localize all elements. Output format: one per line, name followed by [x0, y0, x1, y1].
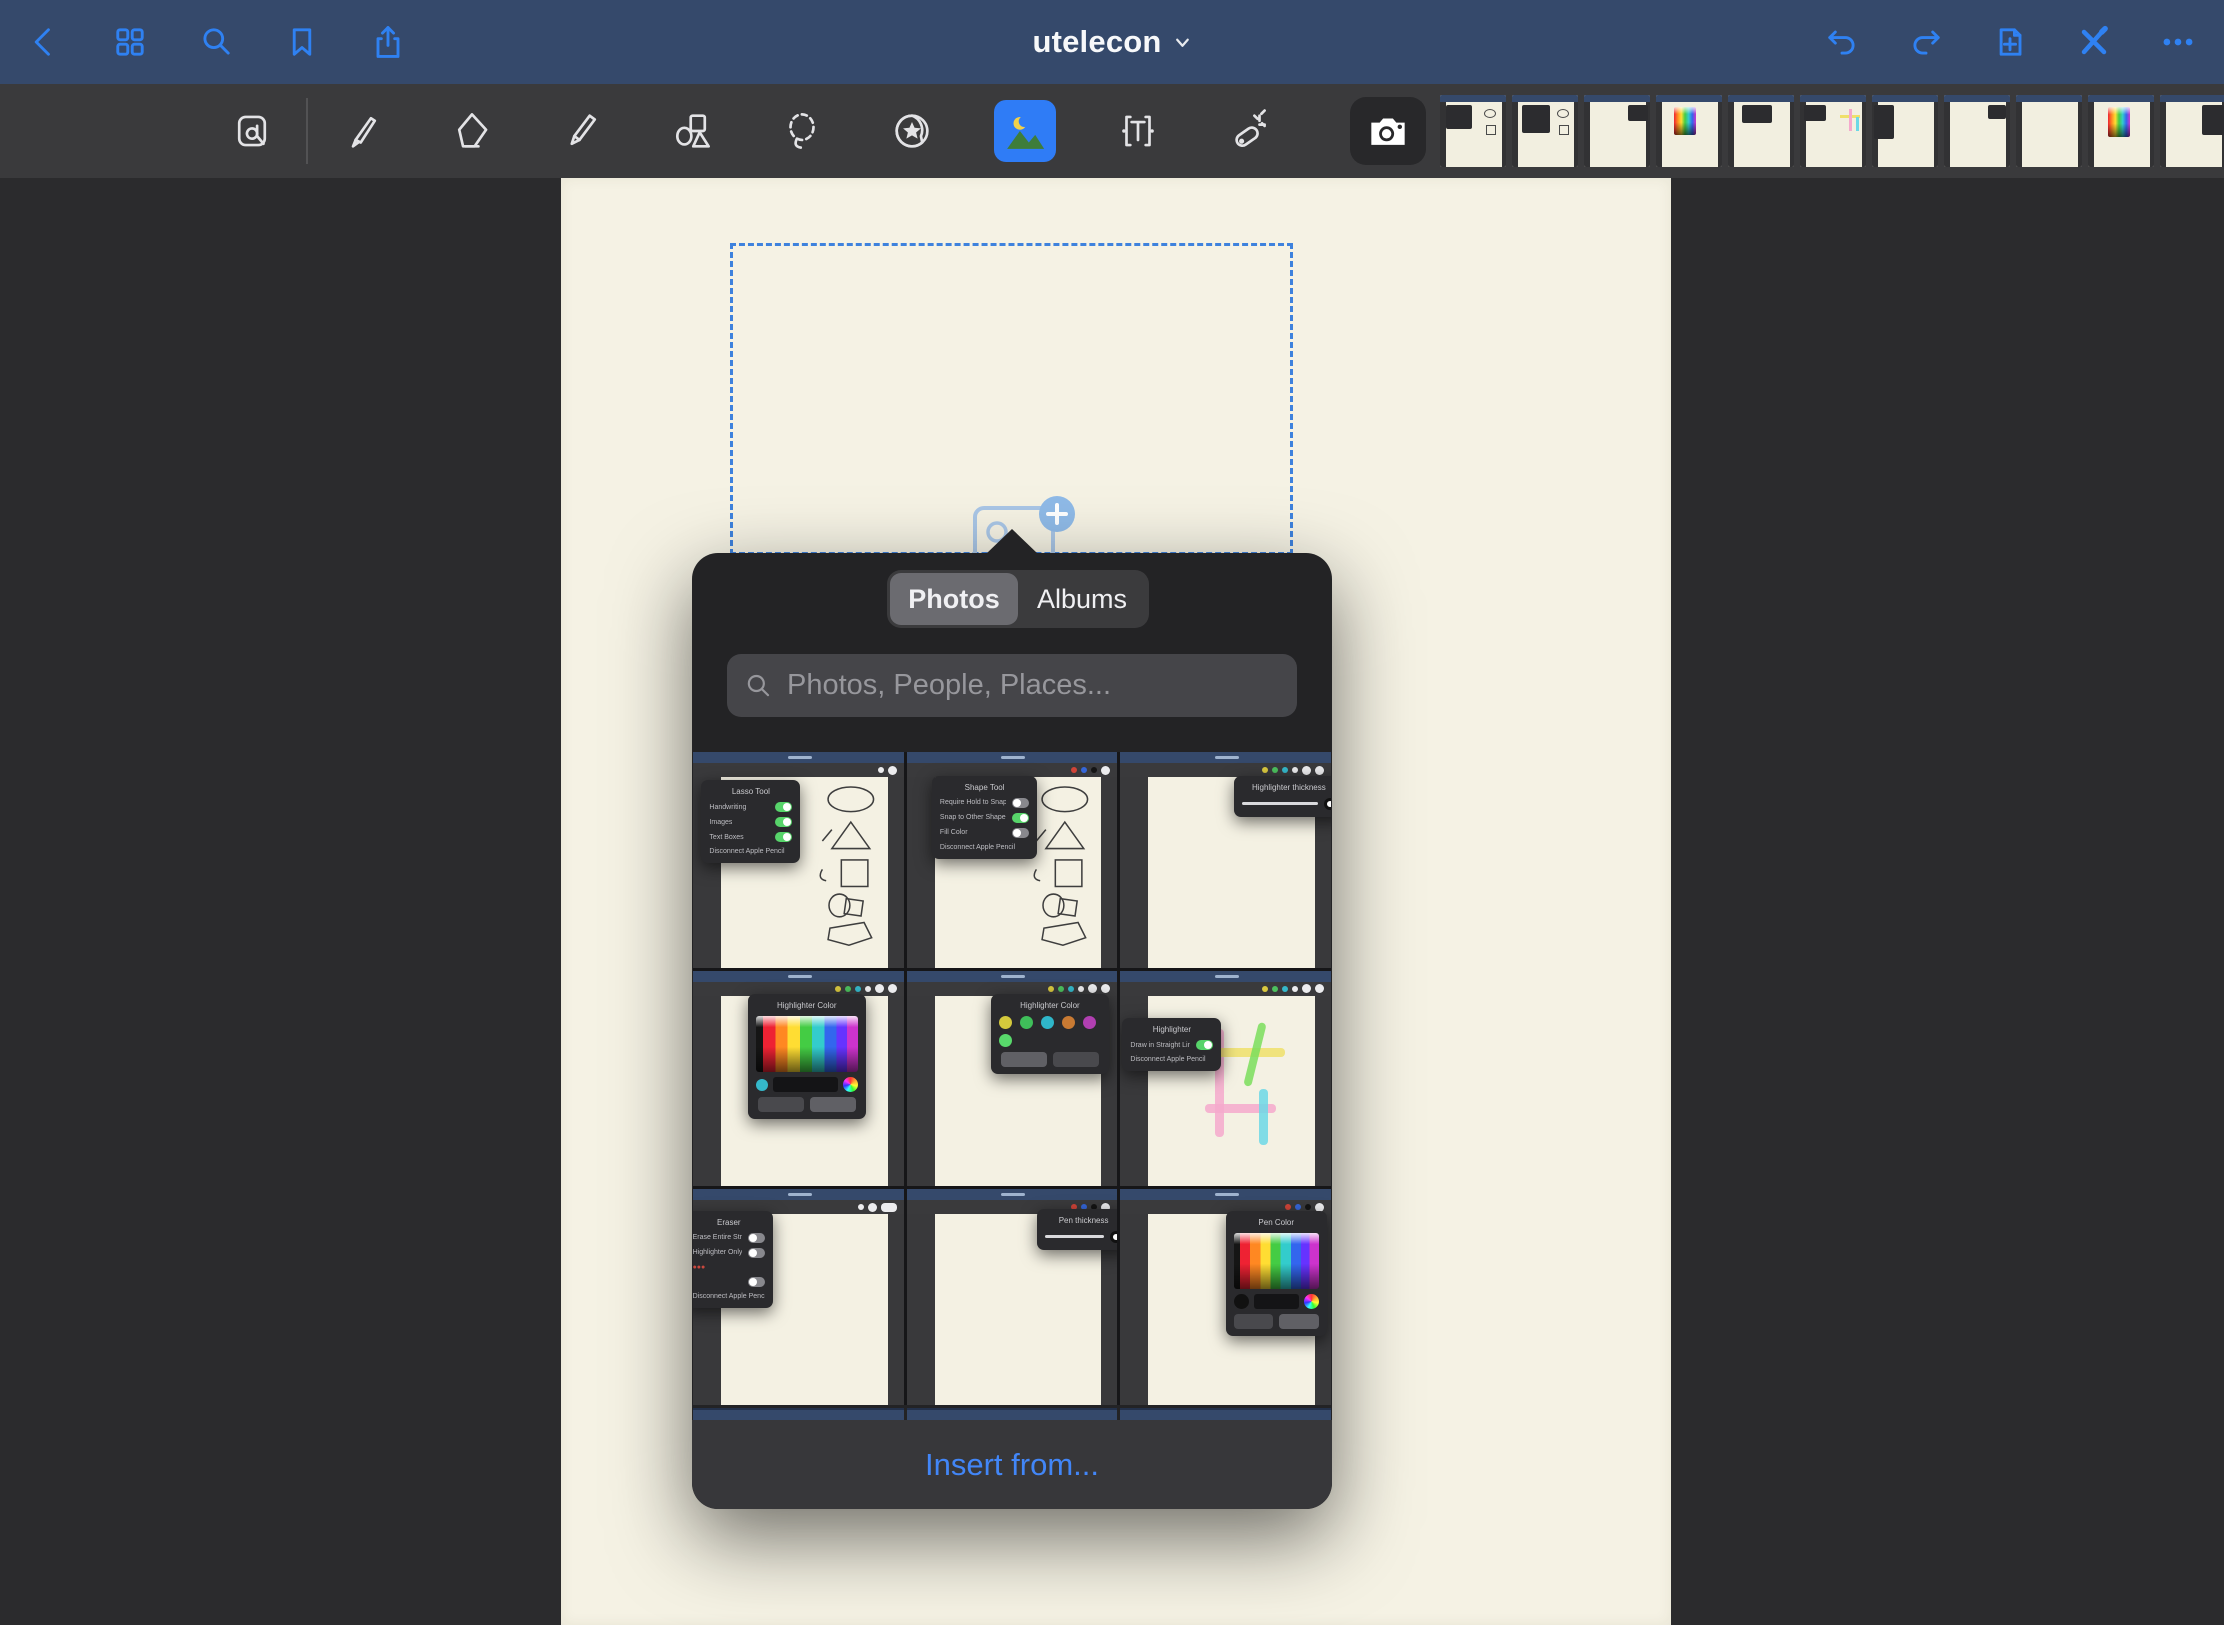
- tool-zoom-window[interactable]: [224, 103, 280, 159]
- pen-icon: [339, 108, 385, 154]
- chevron-down-icon: [1174, 33, 1192, 51]
- page-thumbnail[interactable]: [1800, 95, 1866, 167]
- camera-button[interactable]: [1350, 97, 1426, 165]
- document-title: utelecon: [1032, 24, 1161, 60]
- photo-grid-next-row-partial: [693, 1408, 1331, 1420]
- bookmark-button[interactable]: [274, 14, 330, 70]
- search-input[interactable]: [785, 668, 1281, 703]
- photos-albums-segmented-control: Photos Albums: [887, 570, 1149, 628]
- page-thumbnail[interactable]: [1872, 95, 1938, 167]
- image-icon: [1002, 108, 1048, 154]
- undo-button[interactable]: [1814, 14, 1870, 70]
- bookmark-icon: [282, 22, 322, 62]
- page-thumbnail[interactable]: [1440, 95, 1506, 167]
- document-title-menu[interactable]: utelecon: [1032, 0, 1191, 84]
- canvas-area: Photos Albums: [0, 178, 2224, 1625]
- search-icon: [196, 22, 236, 62]
- text-icon: [1115, 108, 1161, 154]
- page-thumbnail[interactable]: [2160, 95, 2224, 167]
- top-navigation-bar: utelecon: [0, 0, 2224, 84]
- add-page-icon: [1990, 22, 2030, 62]
- page-thumbnail[interactable]: [1944, 95, 2010, 167]
- photo-thumbnail-highlighter-thickness[interactable]: Highlighter thickness: [1120, 752, 1331, 968]
- insert-from-button[interactable]: Insert from...: [692, 1420, 1332, 1509]
- page-overview-button[interactable]: [102, 14, 158, 70]
- insert-image-popover: Photos Albums: [692, 553, 1332, 1509]
- back-button[interactable]: [16, 14, 72, 70]
- tool-insert-image[interactable]: [994, 100, 1056, 162]
- sticker-star-icon: [889, 108, 935, 154]
- grid-icon: [110, 22, 150, 62]
- photo-thumbnail-shape-tool[interactable]: Shape Tool Require Hold to Snap Snap to …: [907, 752, 1118, 968]
- stop-editing-button[interactable]: [2066, 14, 2122, 70]
- lasso-icon: [779, 108, 825, 154]
- share-button[interactable]: [360, 14, 416, 70]
- redo-button[interactable]: [1898, 14, 1954, 70]
- redo-icon: [1906, 22, 1946, 62]
- page-thumbnail[interactable]: [2016, 95, 2082, 167]
- photo-search-field[interactable]: [727, 654, 1297, 717]
- tool-pointer[interactable]: [1220, 103, 1276, 159]
- photo-thumbnail-eraser-menu[interactable]: Eraser Erase Entire Stroke Highlighter O…: [693, 1189, 904, 1405]
- ellipsis-icon: [2158, 22, 2198, 62]
- page-thumbnail-strip: [1440, 95, 2224, 167]
- popover-arrow: [986, 529, 1038, 554]
- tab-albums[interactable]: Albums: [1018, 573, 1146, 625]
- search-icon: [743, 671, 773, 701]
- tool-elements[interactable]: [884, 103, 940, 159]
- highlighter-icon: [559, 108, 605, 154]
- pen-cross-icon: [2074, 22, 2114, 62]
- photo-thumbnail-pen-color-picker[interactable]: Pen Color: [1120, 1189, 1331, 1405]
- app-window: utelecon: [0, 0, 2224, 1625]
- more-options-button[interactable]: [2150, 14, 2206, 70]
- insert-from-label: Insert from...: [925, 1447, 1099, 1483]
- add-page-button[interactable]: [1982, 14, 2038, 70]
- photo-thumbnail-highlighter-color-picker[interactable]: Highlighter Color: [693, 971, 904, 1187]
- page-thumbnail[interactable]: [2088, 95, 2154, 167]
- photo-grid: Lasso Tool Handwriting Images Text Boxes…: [693, 752, 1331, 1405]
- tool-highlighter[interactable]: [554, 103, 610, 159]
- chevron-left-icon: [24, 22, 64, 62]
- shapes-icon: [669, 108, 715, 154]
- tool-text[interactable]: [1110, 103, 1166, 159]
- undo-icon: [1822, 22, 1862, 62]
- photo-thumbnail-lasso-tool[interactable]: Lasso Tool Handwriting Images Text Boxes…: [693, 752, 904, 968]
- zoom-window-icon: [229, 108, 275, 154]
- page-thumbnail[interactable]: [1584, 95, 1650, 167]
- topbar-left-group: [16, 0, 416, 84]
- tool-eraser[interactable]: [444, 103, 500, 159]
- eraser-icon: [449, 108, 495, 154]
- tool-group: [224, 84, 1276, 178]
- topbar-right-group: [1814, 0, 2206, 84]
- search-button[interactable]: [188, 14, 244, 70]
- tool-pen[interactable]: [334, 103, 390, 159]
- tool-shapes[interactable]: [664, 103, 720, 159]
- laser-pointer-icon: [1225, 108, 1271, 154]
- camera-icon: [1363, 106, 1413, 156]
- photo-thumbnail-highlighter-menu[interactable]: Highlighter Draw in Straight Line Discon…: [1120, 971, 1331, 1187]
- photo-thumbnail-highlighter-color-presets[interactable]: Highlighter Color: [907, 971, 1118, 1187]
- page-thumbnail[interactable]: [1512, 95, 1578, 167]
- tool-bar: [0, 84, 2224, 178]
- share-icon: [368, 22, 408, 62]
- page-thumbnail[interactable]: [1656, 95, 1722, 167]
- page-thumbnail[interactable]: [1728, 95, 1794, 167]
- photo-thumbnail-pen-thickness[interactable]: Pen thickness: [907, 1189, 1118, 1405]
- tab-photos[interactable]: Photos: [890, 573, 1018, 625]
- tool-lasso[interactable]: [774, 103, 830, 159]
